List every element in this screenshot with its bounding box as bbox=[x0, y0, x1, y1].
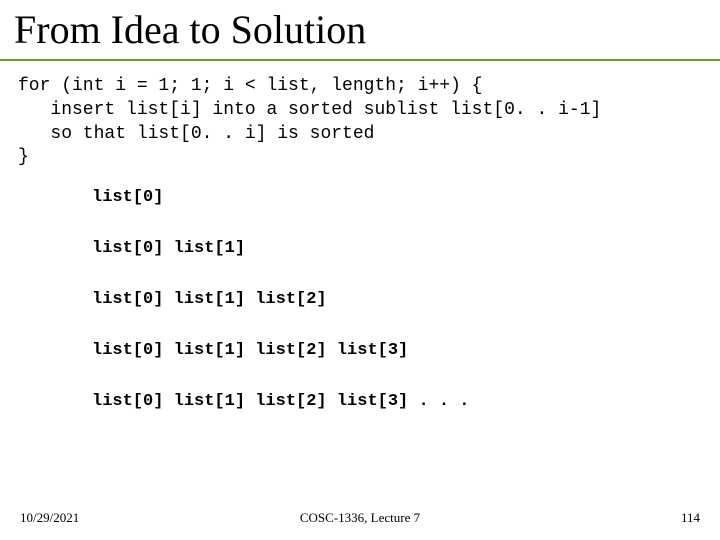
footer-course: COSC-1336, Lecture 7 bbox=[0, 510, 720, 526]
list-item: list[0] list[1] list[2] bbox=[92, 290, 704, 309]
slide: From Idea to Solution for (int i = 1; 1;… bbox=[0, 0, 720, 540]
list-item: list[0] list[1] list[2] list[3] . . . bbox=[92, 392, 704, 411]
list-item: list[0] bbox=[92, 188, 704, 207]
code-block: for (int i = 1; 1; i < list, length; i++… bbox=[0, 61, 720, 170]
title-wrap: From Idea to Solution bbox=[0, 0, 720, 61]
footer-page: 114 bbox=[681, 510, 700, 526]
list-lines: list[0] list[0] list[1] list[0] list[1] … bbox=[0, 170, 720, 411]
footer: 10/29/2021 COSC-1336, Lecture 7 114 bbox=[0, 510, 720, 526]
list-item: list[0] list[1] bbox=[92, 239, 704, 258]
footer-date: 10/29/2021 bbox=[20, 510, 79, 526]
list-item: list[0] list[1] list[2] list[3] bbox=[92, 341, 704, 360]
page-title: From Idea to Solution bbox=[14, 6, 708, 53]
